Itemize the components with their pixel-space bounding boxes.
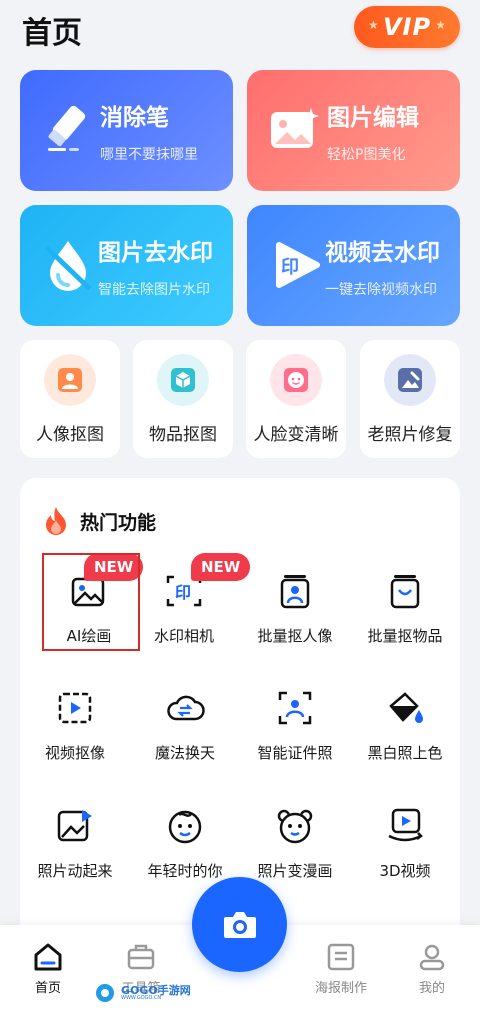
feature-id-photo[interactable]: 智能证件照 bbox=[240, 672, 350, 772]
image-edit-icon bbox=[271, 108, 319, 148]
feature-label: 水印相机 bbox=[153, 627, 214, 645]
camera-button[interactable] bbox=[192, 877, 287, 972]
feature-batch-object[interactable]: 批量抠物品 bbox=[350, 555, 460, 655]
poster-icon bbox=[327, 943, 355, 971]
tool-portrait-cutout[interactable]: 人像抠图 bbox=[20, 340, 120, 458]
header: 首页 ★ VIP ★ bbox=[0, 0, 480, 60]
feature-label: 智能证件照 bbox=[257, 744, 333, 762]
page-title: 首页 bbox=[22, 16, 82, 51]
feature-label: 视频抠像 bbox=[44, 744, 105, 762]
tool-label: 老照片修复 bbox=[367, 425, 453, 445]
vip-button[interactable]: ★ VIP ★ bbox=[354, 6, 460, 48]
feature-label: 年轻时的你 bbox=[147, 862, 223, 880]
feature-watermark-camera[interactable]: 印 NEW 水印相机 bbox=[129, 553, 251, 655]
feature-colorize[interactable]: 黑白照上色 bbox=[350, 672, 460, 772]
card-subtitle: 智能去除图片水印 bbox=[98, 282, 210, 298]
card-eraser[interactable]: 消除笔 哪里不要抹哪里 bbox=[20, 70, 233, 191]
card-title: 图片编辑 bbox=[327, 105, 419, 131]
tab-label: 我的 bbox=[418, 981, 445, 996]
tool-label: 人脸变清晰 bbox=[253, 425, 339, 445]
id-photo-icon bbox=[278, 691, 312, 725]
photo-repair-icon bbox=[384, 354, 436, 406]
eraser-pen-icon bbox=[48, 105, 86, 151]
portrait-cutout-icon bbox=[44, 354, 96, 406]
selection-highlight bbox=[42, 553, 140, 651]
tool-label: 物品抠图 bbox=[149, 425, 217, 445]
card-title: 视频去水印 bbox=[325, 240, 440, 266]
feature-label: 黑白照上色 bbox=[367, 744, 443, 762]
video-watermark-icon: 印 bbox=[276, 242, 320, 288]
profile-icon bbox=[419, 944, 445, 971]
card-subtitle: 一键去除视频水印 bbox=[325, 282, 437, 298]
face-enhance-icon bbox=[270, 354, 322, 406]
tab-profile[interactable]: 我的 bbox=[384, 925, 480, 1013]
feature-sky-replace[interactable]: 魔法换天 bbox=[130, 672, 240, 772]
tool-label: 人像抠图 bbox=[36, 425, 104, 445]
site-watermark: GOGO手游网 WWW.GOGO.CN bbox=[95, 980, 191, 1006]
tool-object-cutout[interactable]: 物品抠图 bbox=[133, 340, 233, 458]
animate-photo-icon bbox=[57, 810, 92, 842]
3d-video-icon bbox=[388, 808, 423, 842]
feature-younger-face[interactable]: 年轻时的你 bbox=[130, 790, 240, 890]
video-cutout-icon bbox=[58, 692, 92, 724]
card-subtitle: 哪里不要抹哪里 bbox=[100, 147, 198, 163]
tab-label: 海报制作 bbox=[314, 981, 367, 996]
feature-label: 批量抠物品 bbox=[367, 627, 443, 645]
water-drop-icon bbox=[44, 241, 92, 291]
watermark-subtext: WWW.GOGO.CN bbox=[121, 995, 162, 1001]
cartoon-icon bbox=[277, 809, 313, 844]
feature-label: 照片变漫画 bbox=[257, 862, 333, 880]
feature-label: 照片动起来 bbox=[37, 862, 113, 880]
card-subtitle: 轻松P图美化 bbox=[327, 147, 406, 163]
home-icon bbox=[34, 943, 62, 971]
feature-label: 魔法换天 bbox=[154, 744, 215, 762]
card-video-watermark-remove[interactable]: 印 视频去水印 一键去除视频水印 bbox=[247, 205, 460, 326]
tab-poster[interactable]: 海报制作 bbox=[293, 925, 389, 1013]
star-icon: ★ bbox=[435, 18, 446, 32]
watermark-logo-icon bbox=[96, 984, 114, 1002]
feature-animate-photo[interactable]: 照片动起来 bbox=[20, 790, 130, 890]
fire-icon bbox=[46, 507, 66, 535]
feature-cartoon[interactable]: 照片变漫画 bbox=[240, 790, 350, 890]
feature-video-cutout[interactable]: 视频抠像 bbox=[20, 672, 130, 772]
card-title: 图片去水印 bbox=[98, 240, 213, 266]
card-image-edit[interactable]: 图片编辑 轻松P图美化 bbox=[247, 70, 460, 191]
vip-label: VIP bbox=[382, 13, 432, 41]
card-image-watermark-remove[interactable]: 图片去水印 智能去除图片水印 bbox=[20, 205, 233, 326]
batch-portrait-icon bbox=[280, 575, 310, 609]
sky-replace-icon bbox=[167, 695, 205, 721]
toolbox-icon bbox=[127, 944, 155, 970]
svg-text:印: 印 bbox=[175, 583, 191, 602]
feature-3d-video[interactable]: 3D视频 bbox=[350, 790, 460, 890]
svg-text:印: 印 bbox=[281, 257, 299, 278]
tool-face-enhance[interactable]: 人脸变清晰 bbox=[246, 340, 346, 458]
younger-face-icon bbox=[168, 810, 202, 844]
star-icon: ★ bbox=[368, 18, 379, 32]
object-cutout-icon bbox=[157, 354, 209, 406]
feature-label: 3D视频 bbox=[379, 862, 431, 880]
section-title: 热门功能 bbox=[80, 512, 157, 534]
camera-icon bbox=[224, 912, 256, 938]
batch-object-icon bbox=[390, 575, 420, 609]
tool-photo-repair[interactable]: 老照片修复 bbox=[360, 340, 460, 458]
card-title: 消除笔 bbox=[100, 105, 169, 131]
feature-label: 批量抠人像 bbox=[257, 627, 333, 645]
colorize-icon bbox=[389, 692, 423, 723]
tab-home[interactable]: 首页 bbox=[0, 925, 96, 1013]
tab-label: 首页 bbox=[34, 981, 61, 996]
feature-batch-portrait[interactable]: 批量抠人像 bbox=[240, 555, 350, 655]
